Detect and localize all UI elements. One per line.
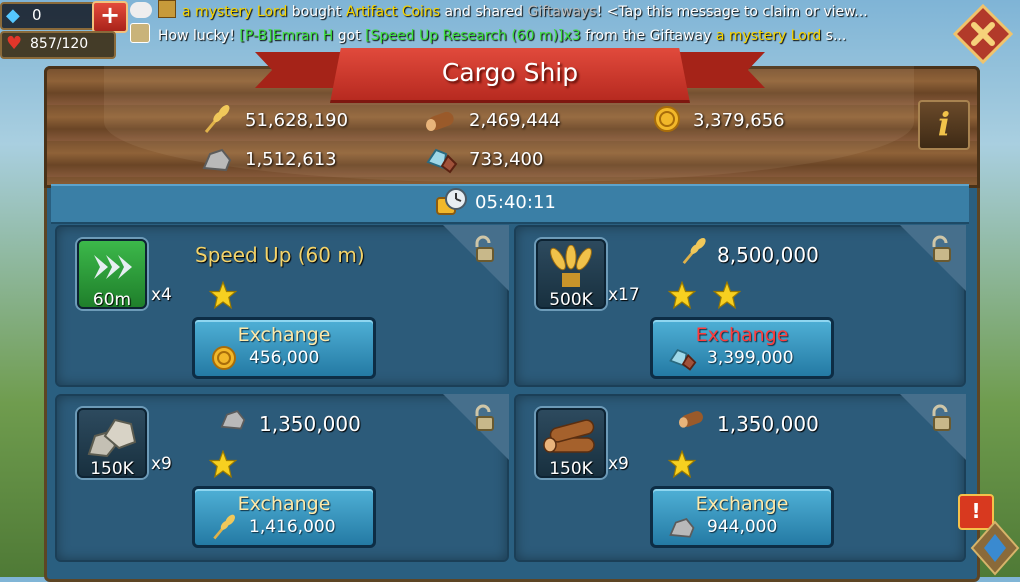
food-amount: 51,628,190 (245, 110, 349, 131)
item-amount: 1,350,000 (259, 412, 361, 436)
chat-name: a mystery Lord (715, 28, 822, 44)
exchange-label: Exchange (237, 493, 331, 515)
item-multiplier: x17 (608, 285, 640, 305)
exchange-button[interactable]: Exchange 456,000 (192, 317, 376, 379)
stone-amount: 1,512,613 (245, 149, 337, 170)
gems-counter: ◆ 0 (0, 2, 98, 30)
item-amount: 8,500,000 (717, 243, 819, 267)
gift-icon (158, 0, 176, 18)
chat-text: ! <Tap this message to claim or view... (596, 4, 868, 20)
item-quantity: 500K (549, 290, 593, 310)
close-button[interactable] (953, 4, 1013, 64)
star-icon (668, 281, 696, 309)
hearts-counter: ♥ 857/120 (0, 31, 116, 59)
item-slot[interactable]: 500K (536, 239, 606, 310)
wheat-icon (213, 514, 235, 540)
item-quantity: 60m (92, 290, 132, 310)
chat-bubble-icon (130, 2, 152, 18)
item-quantity: 150K (549, 459, 593, 479)
chat-text: bought (287, 4, 346, 20)
rank-badge-icon (130, 23, 150, 43)
item-multiplier: x4 (151, 285, 172, 305)
chat-gift: Giftaways (527, 4, 597, 20)
exchange-label: Exchange (695, 493, 789, 515)
log-icon (426, 111, 454, 131)
exchange-button[interactable]: Exchange 1,416,000 (192, 486, 376, 548)
item-multiplier: x9 (151, 454, 172, 474)
exchange-label: Exchange (237, 324, 331, 346)
star-icon (209, 281, 237, 309)
chat-feed[interactable]: a mystery Lord bought Artifact Coins and… (130, 0, 890, 52)
item-slot[interactable]: 150K (77, 408, 147, 479)
buy-gems-button[interactable]: + (92, 1, 128, 33)
info-icon: i (937, 105, 951, 143)
exchange-button[interactable]: Exchange 944,000 (650, 486, 834, 548)
wheat-icon (682, 237, 706, 265)
wheat-bundle-icon (550, 245, 592, 287)
stone-icon (220, 410, 246, 430)
chat-line-2[interactable]: How lucky! [P-B]Emran H got [Speed Up Re… (130, 23, 890, 46)
ore-icon (426, 148, 458, 174)
stone-icon (669, 518, 695, 538)
hearts-value: 857/120 (30, 36, 89, 52)
clock-icon (436, 188, 467, 215)
item-amount: 1,350,000 (717, 412, 819, 436)
stone-icon (202, 148, 232, 172)
info-button[interactable]: i (918, 100, 970, 150)
gem-icon: ◆ (6, 5, 20, 26)
chat-text: How lucky! (158, 28, 240, 44)
ore-amount: 733,400 (469, 149, 544, 170)
unlock-icon[interactable] (926, 235, 954, 263)
exchange-card-stone: 150K x9 1,350,000 Exchange 1,416,000 (55, 394, 509, 562)
castle-menu-icon[interactable] (970, 520, 1020, 576)
gems-value: 0 (32, 6, 42, 24)
item-multiplier: x9 (608, 454, 629, 474)
item-slot[interactable]: 60m (77, 239, 147, 310)
item-title: Speed Up (60 m) (195, 243, 365, 267)
chat-text: from the Giftaway (580, 28, 716, 44)
stone-pile-icon (87, 418, 137, 458)
exchange-price: 456,000 (249, 348, 320, 368)
wood-amount: 2,469,444 (469, 110, 561, 131)
ore-icon (669, 348, 697, 371)
chat-line-1[interactable]: a mystery Lord bought Artifact Coins and… (130, 0, 890, 23)
star-icon (713, 281, 741, 309)
item-slot[interactable]: 150K (536, 408, 606, 479)
gold-amount: 3,379,656 (693, 110, 785, 131)
chat-name: a mystery Lord (182, 4, 288, 20)
exchange-label: Exchange (695, 324, 789, 346)
chat-text: got (333, 28, 366, 44)
exchange-button[interactable]: Exchange 3,399,000 (650, 317, 834, 379)
chat-text: and shared (440, 4, 528, 20)
exchange-card-food: 500K x17 8,500,000 Exchange 3,399,000 (514, 225, 966, 387)
wheat-icon (204, 105, 230, 133)
item-quantity: 150K (90, 459, 134, 479)
gold-coin-icon (654, 106, 680, 132)
chat-player: [P-B]Emran H (239, 28, 334, 44)
exchange-price: 944,000 (707, 517, 778, 537)
star-icon (209, 450, 237, 478)
chat-item: [Speed Up Research (60 m)]x3 (365, 28, 581, 44)
log-pile-icon (543, 419, 595, 453)
exchange-card-wood: 150K x9 1,350,000 Exchange 944,000 (514, 394, 966, 562)
heart-icon: ♥ (6, 33, 23, 54)
log-icon (679, 411, 703, 428)
unlock-icon[interactable] (469, 404, 497, 432)
unlock-icon[interactable] (926, 404, 954, 432)
speedup-arrows-icon (94, 255, 132, 279)
refresh-timer: 05:40:11 (475, 192, 556, 213)
unlock-icon[interactable] (469, 235, 497, 263)
exchange-price: 1,416,000 (249, 517, 336, 537)
chat-item: Artifact Coins (345, 4, 441, 20)
page-title: Cargo Ship (441, 58, 579, 87)
exchange-price: 3,399,000 (707, 348, 794, 368)
exchange-card-speedup: 60m x4 Speed Up (60 m) Exchange 456,000 (55, 225, 509, 387)
gold-coin-icon (212, 346, 236, 370)
star-icon (668, 450, 696, 478)
chat-text: s... (821, 28, 847, 44)
